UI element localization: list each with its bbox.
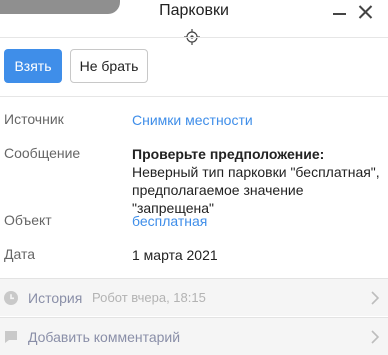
close-icon[interactable] [355, 2, 377, 22]
chevron-right-icon [371, 330, 380, 344]
add-comment-label: Добавить комментарий [28, 329, 181, 345]
clock-icon [4, 291, 18, 305]
skip-button[interactable]: Не брать [70, 49, 148, 83]
history-label: История [28, 290, 83, 306]
object-link[interactable]: бесплатная [132, 212, 207, 230]
object-label: Объект [4, 212, 52, 228]
comment-icon [5, 331, 17, 343]
actions-divider [0, 96, 388, 97]
add-comment-row[interactable]: Добавить комментарий [0, 317, 388, 355]
header-divider [0, 37, 388, 38]
minimize-icon[interactable] [329, 2, 351, 22]
source-label: Источник [4, 111, 64, 127]
date-value: 1 марта 2021 [132, 247, 218, 263]
date-label: Дата [4, 246, 36, 262]
history-meta: Робот вчера, 18:15 [92, 290, 206, 305]
take-button[interactable]: Взять [4, 49, 62, 83]
message-text: Проверьте предположение: Неверный тип па… [132, 145, 388, 217]
message-line: Неверный тип парковки "бесплатная", [132, 164, 380, 180]
chevron-right-icon [371, 291, 380, 305]
message-title: Проверьте предположение: [132, 146, 325, 162]
history-row[interactable]: История Робот вчера, 18:15 [0, 278, 388, 316]
source-link[interactable]: Снимки местности [132, 111, 253, 129]
message-label: Сообщение [4, 145, 81, 161]
